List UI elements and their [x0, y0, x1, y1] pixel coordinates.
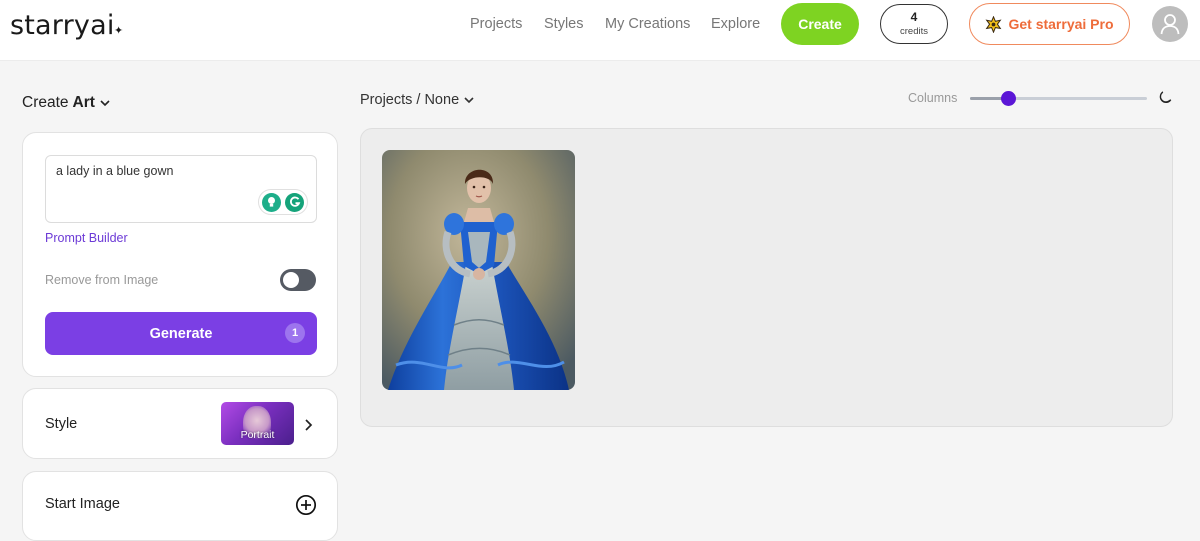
toggle-knob [283, 272, 299, 288]
start-image-label: Start Image [45, 496, 120, 512]
create-button[interactable]: Create [781, 3, 859, 45]
projects-breadcrumb-dropdown[interactable]: Projects / None [360, 92, 475, 108]
grammarly-icon[interactable] [285, 192, 304, 212]
brand-logo[interactable]: starryai [10, 10, 115, 41]
chevron-right-icon[interactable] [303, 418, 313, 432]
projects-breadcrumb: Projects / None [360, 92, 460, 108]
nav-styles[interactable]: Styles [544, 16, 584, 32]
prompt-input-value: a lady in a blue gown [56, 164, 174, 178]
remove-from-image-label: Remove from Image [45, 273, 159, 287]
create-mode-value: Art [72, 94, 95, 111]
prompt-builder-link[interactable]: Prompt Builder [45, 231, 128, 245]
moon-icon[interactable] [1158, 90, 1173, 105]
generate-count-badge: 1 [285, 323, 305, 343]
prompt-card: a lady in a blue gown Prompt Builder Rem… [22, 132, 338, 377]
chevron-down-icon [100, 100, 110, 107]
style-card[interactable]: Style Portrait [22, 388, 338, 459]
nav-my-creations[interactable]: My Creations [605, 16, 690, 32]
generate-label: Generate [149, 325, 213, 342]
prompt-input[interactable]: a lady in a blue gown [45, 155, 317, 223]
image-gallery [360, 128, 1173, 427]
columns-slider-thumb[interactable] [1001, 91, 1017, 106]
credits-count: 4 [910, 10, 918, 24]
prompt-assistant-icons [258, 189, 308, 215]
create-mode-dropdown[interactable]: Create Art [22, 94, 111, 112]
get-pro-button[interactable]: Get starryai Pro [969, 3, 1130, 45]
create-mode-prefix: Create [22, 94, 69, 111]
remove-from-image-toggle[interactable] [280, 269, 316, 291]
start-image-card[interactable]: Start Image [22, 471, 338, 541]
chevron-down-icon [464, 97, 474, 104]
user-silhouette-icon [1160, 14, 1180, 35]
style-thumbnail-caption: Portrait [240, 429, 275, 441]
style-label: Style [45, 416, 78, 432]
columns-label: Columns [908, 91, 958, 105]
get-pro-label: Get starryai Pro [1008, 16, 1114, 32]
plus-circle-icon[interactable] [295, 494, 317, 516]
badge-star-icon [985, 15, 1002, 33]
sparkle-icon: ✦ [114, 25, 124, 37]
user-avatar-icon[interactable] [1152, 6, 1188, 42]
generate-button[interactable]: Generate 1 [45, 312, 317, 355]
top-navigation: starryai ✦ Projects Styles My Creations … [0, 0, 1200, 61]
nav-explore[interactable]: Explore [711, 16, 760, 32]
generated-artwork[interactable] [382, 150, 575, 390]
nav-projects[interactable]: Projects [470, 16, 522, 32]
style-thumbnail[interactable]: Portrait [221, 402, 294, 445]
lady-blue-gown-painting [382, 150, 575, 390]
credits-badge[interactable]: 4 credits [880, 4, 948, 44]
lightbulb-icon[interactable] [262, 192, 281, 212]
credits-label: credits [900, 26, 928, 37]
